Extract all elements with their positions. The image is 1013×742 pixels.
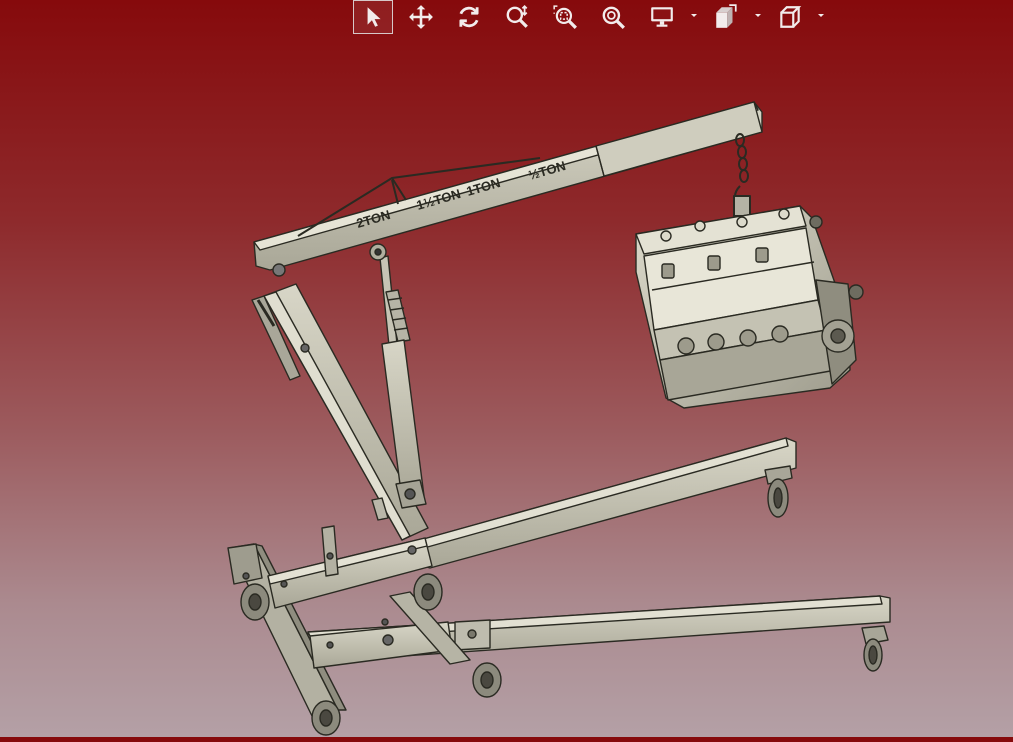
upper-leg <box>419 437 797 569</box>
views-button[interactable] <box>706 0 746 34</box>
display-style-button[interactable] <box>642 0 682 34</box>
chevron-down-icon[interactable] <box>816 10 826 20</box>
cursor-arrow-icon <box>367 7 381 27</box>
zoom-interactive-icon <box>506 4 528 28</box>
rotate-tool-button[interactable] <box>449 0 489 34</box>
3d-viewport[interactable]: 2TON 1½TON 1TON ½TON <box>0 0 1013 737</box>
zoom-box-icon <box>553 5 577 29</box>
zoom-fit-button[interactable] <box>593 0 633 34</box>
zoom-interactive-button[interactable] <box>497 0 537 34</box>
cube-icon <box>780 6 802 28</box>
zoom-box-button[interactable] <box>545 0 585 34</box>
engine-hoist-model[interactable]: 2TON 1½TON 1TON ½TON <box>0 0 1013 737</box>
zoom-fit-icon <box>602 6 625 29</box>
move-arrows-icon <box>409 5 433 29</box>
engine-block <box>635 205 864 409</box>
lift-chain <box>733 133 751 221</box>
chevron-down-icon[interactable] <box>753 10 763 20</box>
views-icon <box>716 4 737 28</box>
view-cube-button[interactable] <box>770 0 810 34</box>
chevron-down-icon[interactable] <box>689 10 699 20</box>
monitor-icon <box>651 7 673 27</box>
select-tool-button[interactable] <box>353 0 393 34</box>
rotate-icon <box>459 6 479 28</box>
pan-tool-button[interactable] <box>401 0 441 34</box>
